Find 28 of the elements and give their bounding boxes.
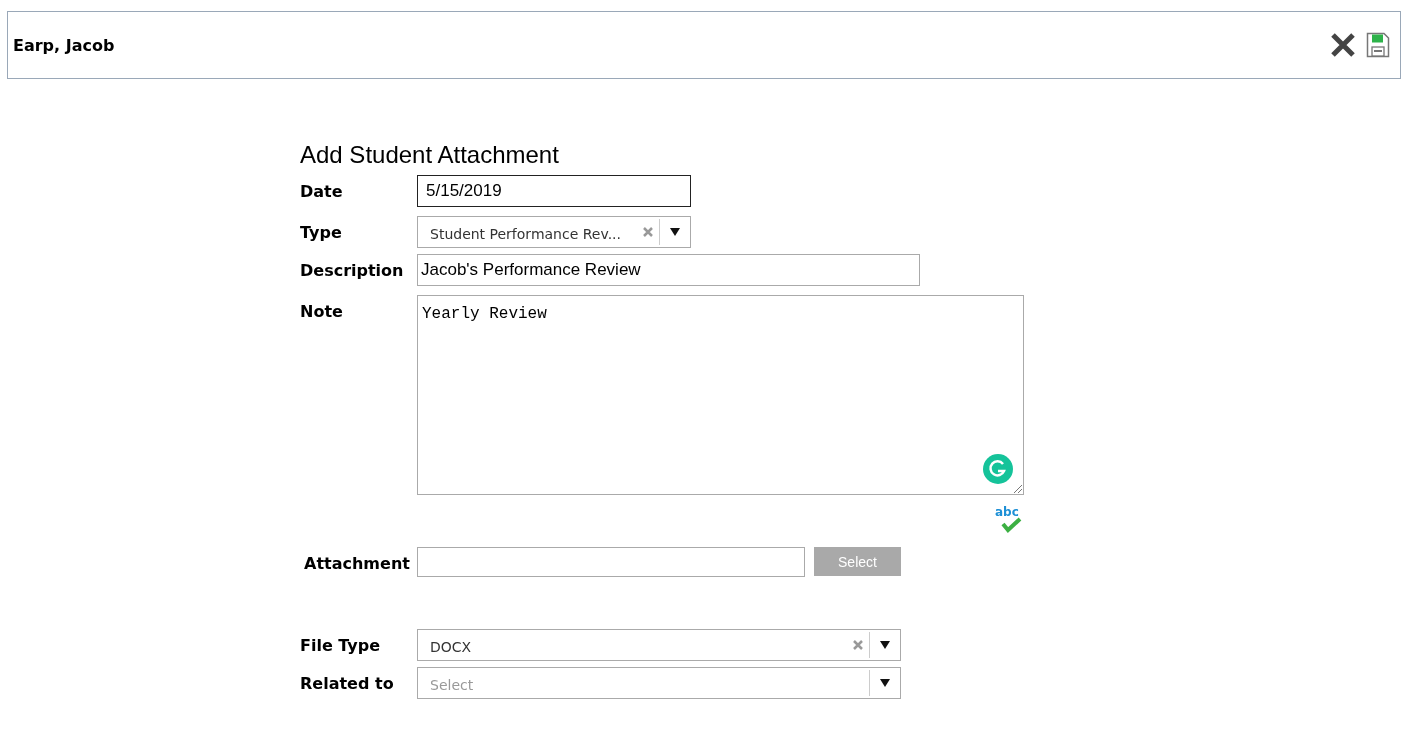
field-label: Date (300, 181, 344, 201)
text-field[interactable]: Jacob's Performance Review (417, 254, 920, 286)
field-label: Note (300, 301, 344, 321)
close-icon[interactable] (1330, 32, 1356, 58)
dropdown-placeholder: Select (430, 676, 475, 693)
form-title: Add Student Attachment (300, 141, 560, 169)
clear-icon[interactable] (853, 640, 863, 650)
student-name: Earp, Jacob (13, 35, 115, 55)
dropdown[interactable]: DOCX (417, 629, 901, 661)
attachment-field[interactable] (417, 547, 805, 577)
resize-grip-icon[interactable] (1013, 484, 1022, 493)
grammar-check-icon[interactable] (983, 454, 1013, 484)
text-field[interactable]: 5/15/2019 (417, 175, 691, 207)
dropdown-arrow-icon[interactable] (670, 228, 680, 236)
field-label: Attachment (303, 553, 411, 573)
dropdown-arrow-icon[interactable] (880, 641, 890, 649)
field-label: File Type (300, 635, 382, 655)
field-label: Type (300, 222, 343, 242)
field-label: Description (300, 260, 405, 280)
field-label: Related to (300, 673, 395, 693)
dropdown[interactable]: Student Performance Rev... (417, 216, 691, 248)
dropdown-value: DOCX (430, 638, 473, 655)
clear-icon[interactable] (643, 227, 653, 237)
note-text: Yearly Review (422, 305, 547, 323)
dropdown-arrow-icon[interactable] (880, 679, 890, 687)
save-icon[interactable] (1366, 32, 1390, 58)
note-field[interactable]: Yearly Review (417, 295, 1024, 495)
dropdown-value: Student Performance Rev... (430, 225, 622, 242)
